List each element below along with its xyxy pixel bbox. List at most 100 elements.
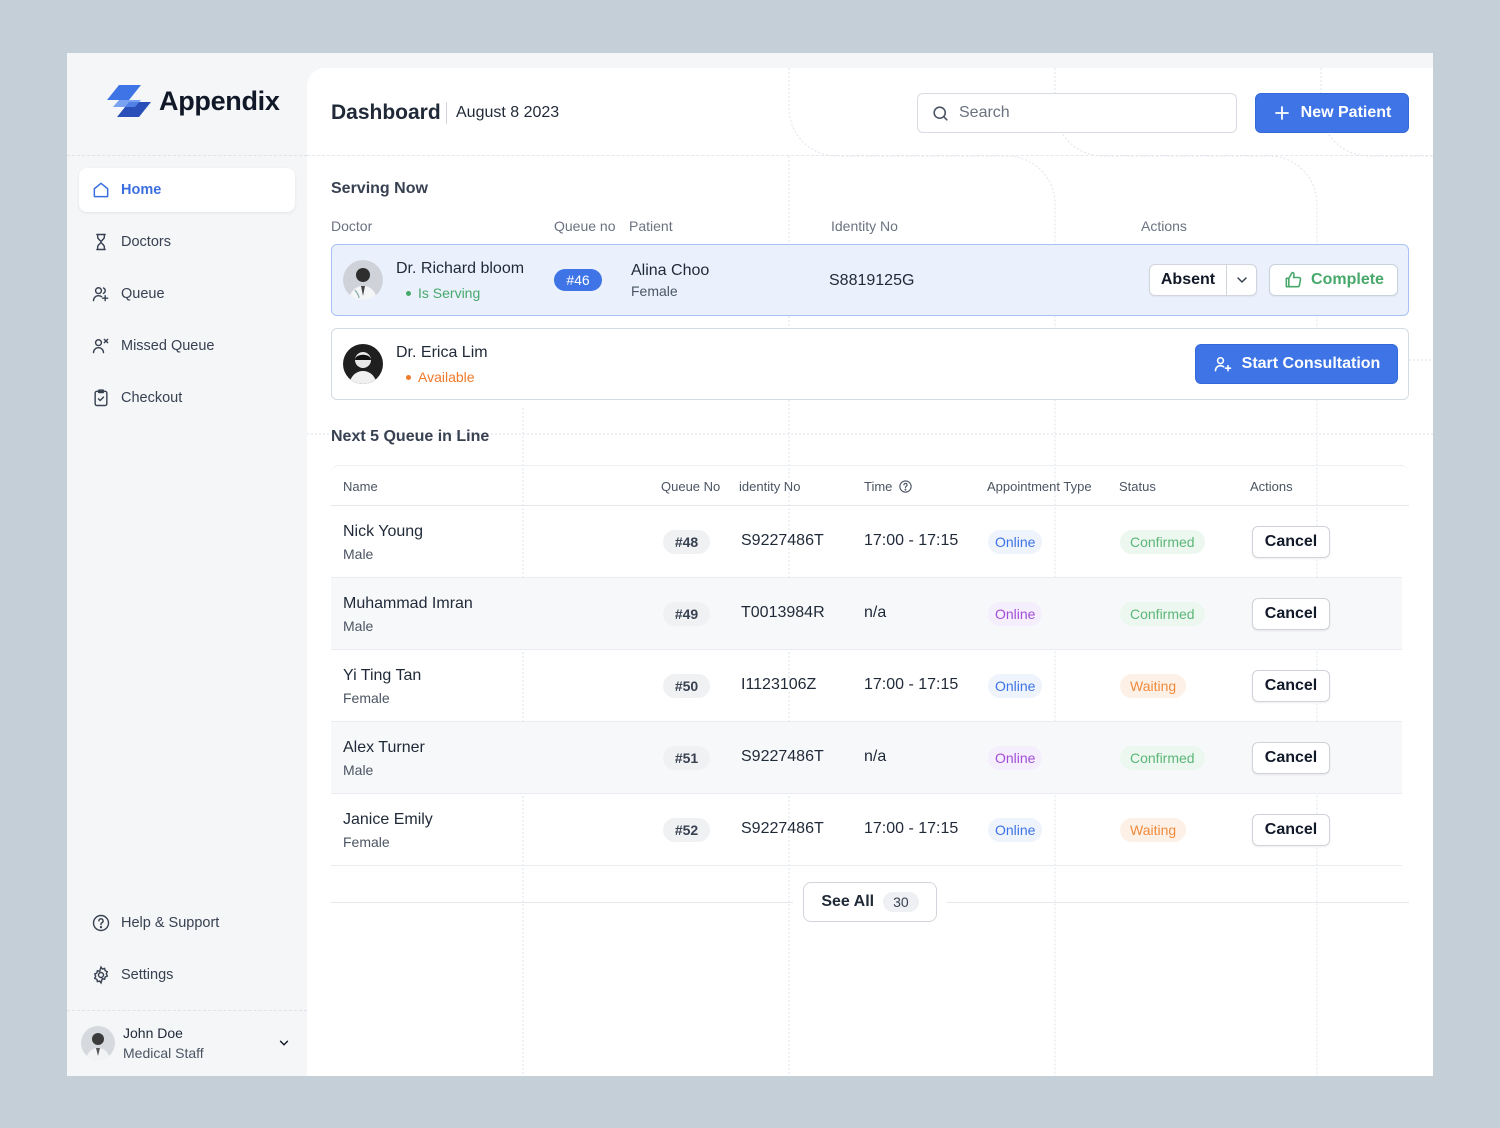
sidebar-nav: Home Doctors Queue Missed Queue Checkout [79, 168, 295, 428]
sidebar-item-queue[interactable]: Queue [79, 272, 295, 316]
row-time: 17:00 - 17:15 [864, 820, 959, 837]
row-identity: S9227486T [741, 532, 824, 549]
row-queue-badge: #49 [663, 602, 710, 626]
help-circle-icon[interactable] [898, 479, 913, 494]
user-name: John Doe [123, 1025, 183, 1041]
row-name: Janice Emily [343, 811, 433, 828]
sidebar-item-doctors[interactable]: Doctors [79, 220, 295, 264]
th-appointment-type: Appointment Type [987, 479, 1092, 494]
help-circle-icon [92, 914, 110, 932]
table-row: Muhammad Imran Male #49 T0013984R n/a On… [331, 578, 1402, 650]
avatar [343, 344, 383, 384]
th-actions: Actions [1250, 479, 1293, 494]
avatar [81, 1026, 115, 1060]
search-icon [933, 105, 948, 121]
table-row: Janice Emily Female #52 S9227486T 17:00 … [331, 794, 1402, 866]
app-logo[interactable]: Appendix [105, 83, 280, 119]
sidebar-item-label: Doctors [121, 234, 171, 250]
th-identity-no: identity No [739, 479, 801, 494]
chevron-down-icon[interactable] [277, 1036, 291, 1050]
absent-button[interactable]: Absent [1150, 265, 1227, 295]
see-all-button[interactable]: See All 30 [803, 882, 937, 922]
row-time: 17:00 - 17:15 [864, 532, 959, 549]
logo-icon [107, 85, 151, 117]
clipboard-check-icon [94, 389, 108, 407]
table-row: Alex Turner Male #51 S9227486T n/a Onlin… [331, 722, 1402, 794]
cancel-button[interactable]: Cancel [1252, 670, 1330, 702]
users-plus-icon [92, 287, 109, 302]
serving-row-active: Dr. Richard bloom Is Serving #46 Alina C… [331, 244, 1409, 316]
serving-now-title: Serving Now [331, 180, 428, 197]
th-time: Time [864, 479, 913, 494]
col-identity-no: Identity No [831, 218, 898, 234]
user-profile[interactable]: John Doe Medical Staff [81, 1021, 295, 1065]
serving-row-available: Dr. Erica Lim Available Start Consultati… [331, 328, 1409, 400]
new-patient-label: New Patient [1300, 104, 1392, 121]
complete-label: Complete [1311, 271, 1384, 288]
row-sex: Male [343, 762, 374, 778]
table-header: Name Queue No identity No Time Appointme… [331, 465, 1409, 506]
appointment-type-badge: Online [988, 602, 1043, 626]
see-all-divider-right [947, 902, 1409, 903]
appointment-type-badge: Online [988, 746, 1043, 770]
doctor-status: Available [406, 369, 475, 385]
sidebar-item-settings[interactable]: Settings [79, 953, 295, 997]
row-identity: T0013984R [741, 604, 825, 621]
cancel-button[interactable]: Cancel [1252, 598, 1330, 630]
row-queue-badge: #48 [663, 530, 710, 554]
th-status: Status [1119, 479, 1156, 494]
sidebar-item-checkout[interactable]: Checkout [79, 376, 295, 420]
avatar [343, 260, 383, 300]
sidebar-item-label: Home [121, 182, 162, 198]
page-title: Dashboard [331, 101, 441, 124]
page-date: August 8 2023 [456, 104, 560, 121]
sidebar-item-label: Queue [121, 286, 165, 302]
row-queue-badge: #52 [663, 818, 710, 842]
cancel-button[interactable]: Cancel [1252, 814, 1330, 846]
row-identity: S9227486T [741, 748, 824, 765]
sidebar-item-label: Settings [121, 967, 174, 983]
sidebar: Appendix Home Doctors Queue Missed Queue [67, 53, 307, 1076]
status-label: Is Serving [418, 285, 481, 301]
row-time: n/a [864, 604, 887, 621]
cancel-button[interactable]: Cancel [1252, 526, 1330, 558]
home-icon [93, 182, 109, 198]
col-patient: Patient [629, 218, 673, 234]
row-time: n/a [864, 748, 887, 765]
row-sex: Male [343, 546, 374, 562]
row-name: Nick Young [343, 523, 424, 540]
sidebar-divider [67, 155, 307, 156]
col-queue-no: Queue no [554, 218, 616, 234]
user-plus-icon [1214, 356, 1231, 372]
hourglass-icon [96, 233, 106, 251]
complete-button[interactable]: Complete [1269, 264, 1398, 296]
next-queue-title: Next 5 Queue in Line [331, 428, 490, 445]
sidebar-item-help-support[interactable]: Help & Support [79, 901, 295, 945]
row-queue-badge: #50 [663, 674, 710, 698]
row-name: Muhammad Imran [343, 595, 473, 612]
row-sex: Female [343, 690, 390, 706]
status-badge: Confirmed [1120, 746, 1205, 770]
cancel-button[interactable]: Cancel [1252, 742, 1330, 774]
start-consultation-button[interactable]: Start Consultation [1195, 344, 1398, 384]
search-input[interactable] [959, 104, 1219, 122]
queue-table: Name Queue No identity No Time Appointme… [331, 465, 1409, 866]
col-actions: Actions [1141, 218, 1187, 234]
row-sex: Male [343, 618, 374, 634]
doctor-status: Is Serving [406, 285, 480, 301]
table-row: Yi Ting Tan Female #50 I1123106Z 17:00 -… [331, 650, 1402, 722]
status-badge: Confirmed [1120, 530, 1205, 554]
sidebar-item-missed-queue[interactable]: Missed Queue [79, 324, 295, 368]
appointment-type-badge: Online [988, 818, 1043, 842]
sidebar-item-home[interactable]: Home [79, 168, 295, 212]
status-badge: Confirmed [1120, 602, 1205, 626]
user-role: Medical Staff [123, 1045, 204, 1061]
search-box[interactable] [917, 93, 1237, 133]
new-patient-button[interactable]: New Patient [1255, 93, 1409, 133]
absent-dropdown-toggle[interactable] [1227, 272, 1256, 288]
row-name: Yi Ting Tan [343, 667, 422, 684]
app-name: Appendix [159, 85, 280, 116]
sidebar-item-label: Checkout [121, 390, 183, 406]
doctor-name: Dr. Richard bloom [396, 260, 525, 277]
user-x-icon [92, 338, 109, 354]
